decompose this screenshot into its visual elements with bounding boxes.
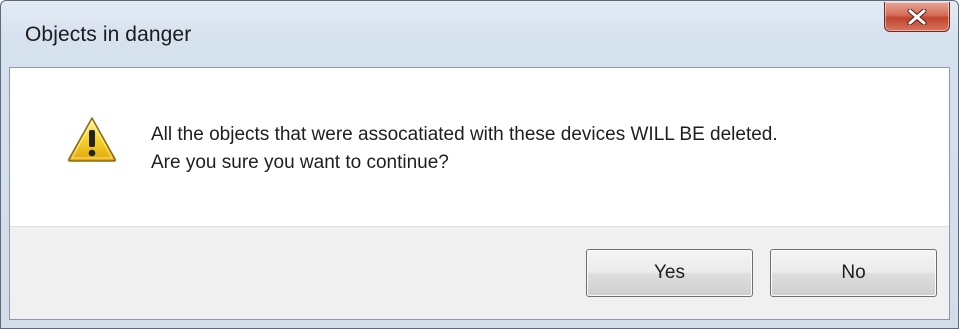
- no-button[interactable]: No: [770, 249, 937, 297]
- message-line-2: Are you sure you want to continue?: [151, 152, 449, 173]
- dialog-title: Objects in danger: [25, 23, 192, 46]
- message-text: All the objects that were assocatiated w…: [151, 121, 778, 177]
- dialog-content: All the objects that were assocatiated w…: [9, 67, 950, 320]
- close-button[interactable]: [884, 2, 950, 32]
- title-bar[interactable]: Objects in danger: [1, 1, 958, 67]
- button-bar: Yes No: [10, 226, 949, 319]
- message-line-1: All the objects that were assocatiated w…: [151, 124, 778, 145]
- yes-button[interactable]: Yes: [586, 249, 753, 297]
- close-icon: [906, 8, 928, 25]
- warning-icon: [66, 115, 118, 163]
- dialog-window: Objects in danger All the objects that w…: [0, 0, 959, 329]
- message-area: All the objects that were assocatiated w…: [10, 68, 949, 226]
